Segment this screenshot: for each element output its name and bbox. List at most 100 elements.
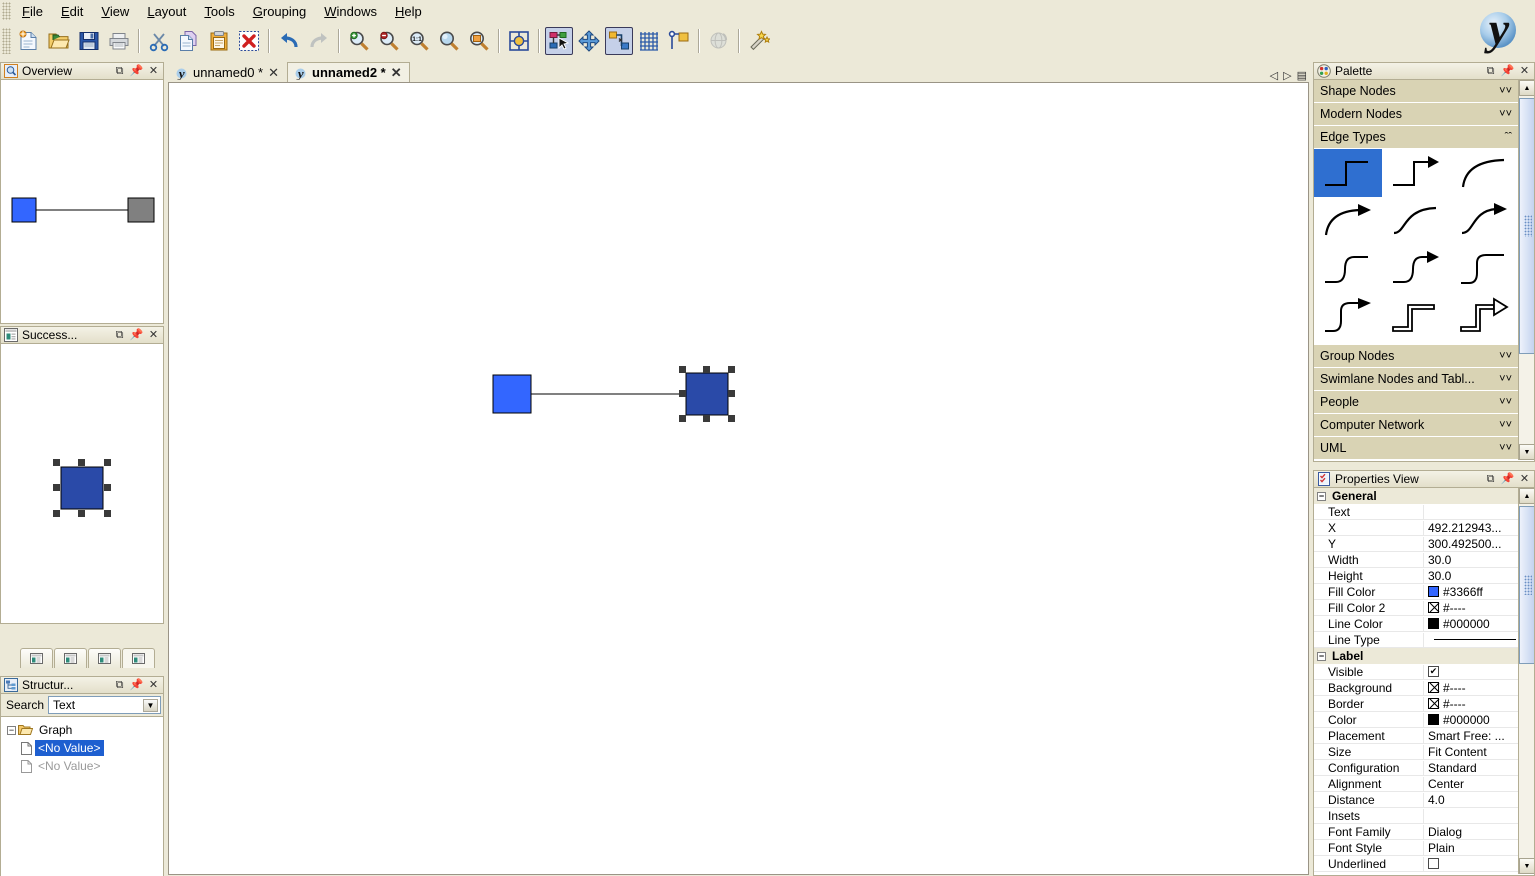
palette-restore-button[interactable]: ⧉ [1484, 65, 1497, 78]
group-expander-icon[interactable]: − [1317, 652, 1326, 661]
palette-section-uml[interactable]: UML ˅˅ [1314, 437, 1518, 460]
property-value[interactable]: Standard [1424, 761, 1518, 775]
successors-close-button[interactable]: ✕ [147, 329, 160, 342]
property-value[interactable]: Center [1424, 777, 1518, 791]
property-value[interactable]: Fit Content [1424, 745, 1518, 759]
overview-restore-button[interactable]: ⧉ [113, 65, 126, 78]
property-value[interactable]: #000000 [1424, 713, 1518, 727]
property-row[interactable]: Fill Color 2#---- [1314, 600, 1518, 616]
menu-layout[interactable]: Layout [138, 1, 195, 22]
properties-scroll-thumb[interactable] [1519, 506, 1535, 664]
zoom-out-button[interactable] [375, 27, 403, 55]
property-value[interactable]: #000000 [1424, 617, 1518, 631]
tab-unnamed0[interactable]: y unnamed0 * ✕ [168, 62, 287, 82]
palette-item-arc-edge[interactable] [1450, 149, 1518, 197]
copy-button[interactable] [175, 27, 203, 55]
properties-scroll-up-icon[interactable]: ▲ [1519, 488, 1535, 504]
palette-scroll-up-icon[interactable]: ▲ [1519, 80, 1535, 96]
move-viewport-button[interactable] [575, 27, 603, 55]
property-value[interactable]: #---- [1424, 681, 1518, 695]
chevron-down-icon[interactable]: ˅˅ [1499, 350, 1512, 362]
palette-item-bezier-arrow-edge[interactable] [1450, 197, 1518, 245]
property-row[interactable]: SizeFit Content [1314, 744, 1518, 760]
open-button[interactable] [45, 27, 73, 55]
chevron-down-icon[interactable]: ▼ [143, 699, 158, 712]
property-row[interactable]: Width30.0 [1314, 552, 1518, 568]
graph-node-target[interactable] [686, 373, 728, 415]
property-group-general[interactable]: −General [1314, 488, 1518, 504]
selection-tool-button[interactable] [505, 27, 533, 55]
property-value[interactable]: ✔ [1424, 666, 1518, 677]
palette-section-swimlane-nodes[interactable]: Swimlane Nodes and Tabl... ˅˅ [1314, 368, 1518, 391]
property-row[interactable]: Height30.0 [1314, 568, 1518, 584]
property-checkbox[interactable]: ✔ [1428, 666, 1439, 677]
palette-item-bridge-arrow-edge[interactable] [1314, 293, 1382, 341]
property-row[interactable]: Background#---- [1314, 680, 1518, 696]
property-value[interactable]: #---- [1424, 697, 1518, 711]
structure-close-button[interactable]: ✕ [147, 679, 160, 692]
property-row[interactable]: Visible✔ [1314, 664, 1518, 680]
tab-unnamed2[interactable]: y unnamed2 * ✕ [287, 62, 410, 82]
chevron-down-icon[interactable]: ˅˅ [1499, 108, 1512, 120]
palette-item-smooth-step-edge[interactable] [1314, 245, 1382, 293]
property-row[interactable]: Text [1314, 504, 1518, 520]
tab-next-icon[interactable]: ▷ [1283, 69, 1291, 82]
zoom-area-button[interactable] [435, 27, 463, 55]
property-row[interactable]: Y300.492500... [1314, 536, 1518, 552]
structure-restore-button[interactable]: ⧉ [113, 679, 126, 692]
property-row[interactable]: PlacementSmart Free: ... [1314, 728, 1518, 744]
magic-layout-button[interactable] [745, 27, 773, 55]
create-edge-mode-button[interactable] [545, 27, 573, 55]
properties-pin-button[interactable]: 📌 [1501, 473, 1514, 486]
menu-grouping[interactable]: Grouping [244, 1, 316, 22]
property-value[interactable]: Smart Free: ... [1424, 729, 1518, 743]
properties-scrollbar[interactable]: ▲ ▼ [1518, 488, 1534, 874]
property-value[interactable]: 492.212943... [1424, 521, 1518, 535]
delete-button[interactable] [235, 27, 263, 55]
palette-close-button[interactable]: ✕ [1518, 65, 1531, 78]
overview-canvas[interactable] [0, 80, 164, 324]
palette-item-polyline-edge[interactable] [1314, 149, 1382, 197]
chevron-down-icon[interactable]: ˅˅ [1499, 442, 1512, 454]
tree-row-child-2[interactable]: <No Value> [1, 757, 163, 775]
palette-item-bezier-edge[interactable] [1382, 197, 1450, 245]
chevron-down-icon[interactable]: ˅˅ [1499, 396, 1512, 408]
fit-content-button[interactable] [465, 27, 493, 55]
palette-scroll-thumb[interactable] [1519, 98, 1535, 354]
zoom-actual-size-button[interactable]: 1:1 [405, 27, 433, 55]
mini-tab-1[interactable] [20, 648, 53, 668]
palette-item-double-line-edge[interactable] [1382, 293, 1450, 341]
property-row[interactable]: Fill Color#3366ff [1314, 584, 1518, 600]
property-row[interactable]: ConfigurationStandard [1314, 760, 1518, 776]
property-value[interactable]: Dialog [1424, 825, 1518, 839]
overview-close-button[interactable]: ✕ [147, 65, 160, 78]
tree-row-child-1[interactable]: <No Value> [1, 739, 163, 757]
property-row[interactable]: AlignmentCenter [1314, 776, 1518, 792]
property-row[interactable]: Underlined [1314, 856, 1518, 872]
structure-tree[interactable]: − Graph <No Value> [0, 716, 164, 876]
property-value[interactable]: #3366ff [1424, 585, 1518, 599]
tab-unnamed2-close-icon[interactable]: ✕ [391, 65, 402, 81]
add-label-button[interactable] [665, 27, 693, 55]
property-checkbox[interactable] [1428, 858, 1439, 869]
group-expander-icon[interactable]: − [1317, 492, 1326, 501]
property-value[interactable]: #---- [1424, 601, 1518, 615]
search-mode-select[interactable]: Text ▼ [48, 696, 161, 714]
palette-scrollbar[interactable]: ▲ ▼ [1518, 80, 1534, 460]
cut-button[interactable] [145, 27, 173, 55]
successors-pin-button[interactable]: 📌 [130, 329, 143, 342]
tab-list-icon[interactable]: ▤ [1297, 69, 1307, 82]
property-row[interactable]: Insets [1314, 808, 1518, 824]
palette-section-modern-nodes[interactable]: Modern Nodes ˅˅ [1314, 103, 1518, 126]
property-row[interactable]: Font FamilyDialog [1314, 824, 1518, 840]
tree-expander-icon[interactable]: − [7, 726, 16, 735]
menu-tools[interactable]: Tools [195, 1, 243, 22]
mini-tab-4[interactable] [122, 648, 155, 668]
chevron-down-icon[interactable]: ˅˅ [1499, 419, 1512, 431]
properties-restore-button[interactable]: ⧉ [1484, 473, 1497, 486]
new-document-button[interactable] [15, 27, 43, 55]
palette-item-double-line-arrow-edge[interactable] [1450, 293, 1518, 341]
orthogonal-edges-button[interactable] [605, 27, 633, 55]
palette-section-shape-nodes[interactable]: Shape Nodes ˅˅ [1314, 80, 1518, 103]
mini-tab-3[interactable] [88, 648, 121, 668]
